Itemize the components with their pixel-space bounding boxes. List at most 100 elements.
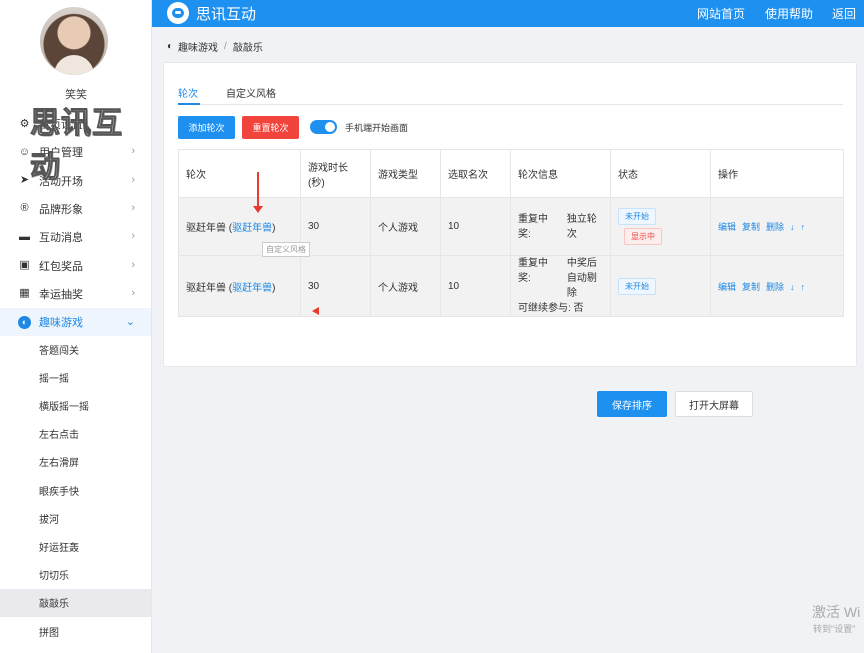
table-row: 驱赶年兽 (驱赶年兽) 30 个人游戏 10 重复中奖: 中奖后自动剔除 可继续…: [178, 255, 844, 317]
save-order-button[interactable]: 保存排序: [597, 391, 667, 417]
type-cell: 个人游戏: [370, 255, 441, 317]
windows-activation-text: 激活 Wi: [812, 604, 861, 620]
round-name-cell: 驱赶年兽 (驱赶年兽): [178, 255, 301, 317]
info-repeat-label: 重复中奖:: [518, 258, 548, 284]
game-icon: ◐: [18, 315, 31, 329]
rounds-table: 轮次 游戏时长 (秒) 游戏类型 选取名次 轮次信息 状态 操作 驱赶年兽 (驱…: [178, 149, 844, 317]
sidebar-item[interactable]: ▣ 红包奖品 ›: [0, 252, 151, 280]
tooltip: 自定义风格: [262, 242, 310, 257]
mobile-start-toggle[interactable]: [310, 120, 337, 134]
breadcrumb: ◐ 趣味游戏 / 敲敲乐: [167, 39, 263, 54]
sidebar-subitem[interactable]: 左右点击: [0, 420, 151, 448]
tab-rounds[interactable]: 轮次: [178, 85, 198, 100]
chevron-down-icon: ⌄: [125, 316, 135, 329]
sidebar-subitem[interactable]: 横版摇一摇: [0, 391, 151, 419]
col-header-actions: 操作: [710, 149, 844, 198]
sidebar-item-label: 品牌形象: [39, 203, 83, 216]
sidebar-subitem[interactable]: 敲敲乐: [0, 588, 151, 617]
app-title: 思讯互动: [196, 6, 257, 23]
windows-activation-hint: 转到"设置": [813, 624, 856, 634]
open-big-screen-button[interactable]: 打开大屏幕: [675, 391, 753, 417]
sidebar-item[interactable]: ◐ 趣味游戏 ⌄: [0, 308, 151, 337]
sidebar-item[interactable]: ▬ 互动消息 ›: [0, 223, 151, 251]
gift-icon: ▣: [19, 259, 30, 271]
mobile-start-label: 手机端开始画面: [345, 123, 409, 133]
avatar[interactable]: [40, 7, 108, 75]
chevron-right-icon: ›: [131, 286, 135, 299]
type-cell: 个人游戏: [370, 197, 441, 256]
sidebar-item-label: 互动消息: [39, 232, 83, 245]
chevron-right-icon: ›: [131, 201, 135, 214]
sidebar-item-label: 幸运抽奖: [39, 288, 83, 301]
rank-cell: 10: [440, 197, 511, 256]
round-style-link[interactable]: 驱赶年兽: [232, 223, 272, 234]
info-repeat-label: 重复中奖:: [518, 213, 548, 240]
sidebar-subitem[interactable]: 切切乐: [0, 561, 151, 589]
delete-button[interactable]: 删除: [766, 222, 784, 232]
sidebar: 笑笑 思讯互动 ⚙ 首页设置 ☺ 用户管理 › ➤ 活动开场 › ® 品牌形象 › ▬ 互动消息 › ▣ 红包…: [0, 0, 152, 653]
sidebar-subitem[interactable]: 左右滑屏: [0, 448, 151, 476]
sidebar-item-label: 红包奖品: [39, 260, 83, 273]
sidebar-subitem[interactable]: 摇一摇: [0, 363, 151, 391]
copy-button[interactable]: 复制: [742, 282, 760, 292]
annotation-arrow-down: [253, 172, 263, 213]
edit-button[interactable]: 编辑: [718, 222, 736, 232]
tab-divider: [178, 104, 843, 105]
move-up-button[interactable]: ↑: [801, 282, 806, 292]
registered-icon: ®: [20, 202, 29, 215]
breadcrumb-parent[interactable]: 趣味游戏: [178, 39, 218, 54]
back-link[interactable]: 返回: [832, 5, 856, 22]
breadcrumb-current: 敲敲乐: [232, 43, 263, 54]
status-badge: 未开始: [618, 208, 656, 225]
home-link[interactable]: 网站首页: [697, 5, 745, 22]
col-header-round: 轮次: [178, 149, 301, 198]
add-round-button[interactable]: 添加轮次: [178, 116, 235, 139]
sidebar-subitem[interactable]: 好运狂轰: [0, 532, 151, 560]
sidebar-item[interactable]: ▦ 幸运抽奖 ›: [0, 280, 151, 308]
lottery-icon: ▦: [19, 287, 30, 300]
sidebar-subitem[interactable]: 拔河: [0, 504, 151, 532]
round-name: 驱赶年兽: [186, 282, 226, 294]
col-header-type: 游戏类型: [370, 149, 441, 198]
rank-cell: 10: [440, 255, 511, 317]
chat-icon: ▬: [19, 230, 30, 243]
info-repeat-value: 独立轮次: [566, 213, 597, 240]
delete-button[interactable]: 删除: [766, 282, 784, 292]
tab-custom-style[interactable]: 自定义风格: [226, 85, 276, 100]
actions-cell: 编辑 复制 删除 ↓ ↑: [710, 255, 844, 317]
col-header-info: 轮次信息: [510, 149, 611, 198]
col-header-status: 状态: [610, 149, 711, 198]
actions-cell: 编辑 复制 删除 ↓ ↑: [710, 197, 844, 256]
status-cell: 未开始: [610, 255, 711, 317]
move-up-button[interactable]: ↑: [801, 222, 806, 232]
annotation-arrow-left: [312, 307, 319, 315]
col-header-rank: 选取名次: [440, 149, 511, 198]
round-style-link[interactable]: 驱赶年兽: [232, 283, 272, 294]
info-repeat-value: 中奖后自动剔除: [566, 258, 597, 299]
copy-button[interactable]: 复制: [742, 222, 760, 232]
breadcrumb-separator: /: [224, 41, 227, 52]
chevron-right-icon: ›: [131, 258, 135, 271]
sidebar-subitem[interactable]: 拼图: [0, 617, 151, 645]
col-header-duration: 游戏时长 (秒): [300, 149, 371, 198]
edit-button[interactable]: 编辑: [718, 282, 736, 292]
sidebar-item[interactable]: ® 品牌形象 ›: [0, 195, 151, 223]
status-cell: 未开始 显示中: [610, 197, 711, 256]
watermark-text: 思讯互动: [30, 107, 123, 185]
move-down-button[interactable]: ↓: [790, 282, 795, 292]
sidebar-item-label: 趣味游戏: [39, 317, 83, 330]
help-link[interactable]: 使用帮助: [765, 5, 813, 22]
move-down-button[interactable]: ↓: [790, 222, 795, 232]
sidebar-subitem[interactable]: 答题闯关: [0, 335, 151, 363]
info-cell: 重复中奖: 独立轮次: [510, 197, 611, 256]
info-continue: 可继续参与: 否: [518, 303, 584, 314]
main-card: 轮次 自定义风格 添加轮次 重置轮次 手机端开始画面 轮次 游戏时长 (秒) 游…: [163, 62, 857, 417]
sidebar-subitem[interactable]: 眼疾手快: [0, 476, 151, 504]
logo-icon: [167, 2, 189, 24]
game-icon: ◐: [167, 41, 174, 52]
status-badge: 显示中: [624, 228, 662, 245]
reset-round-button[interactable]: 重置轮次: [242, 116, 299, 139]
status-badge: 未开始: [618, 277, 656, 295]
top-bar: 思讯互动 网站首页 使用帮助 返回: [152, 0, 864, 27]
chevron-right-icon: ›: [131, 230, 135, 243]
